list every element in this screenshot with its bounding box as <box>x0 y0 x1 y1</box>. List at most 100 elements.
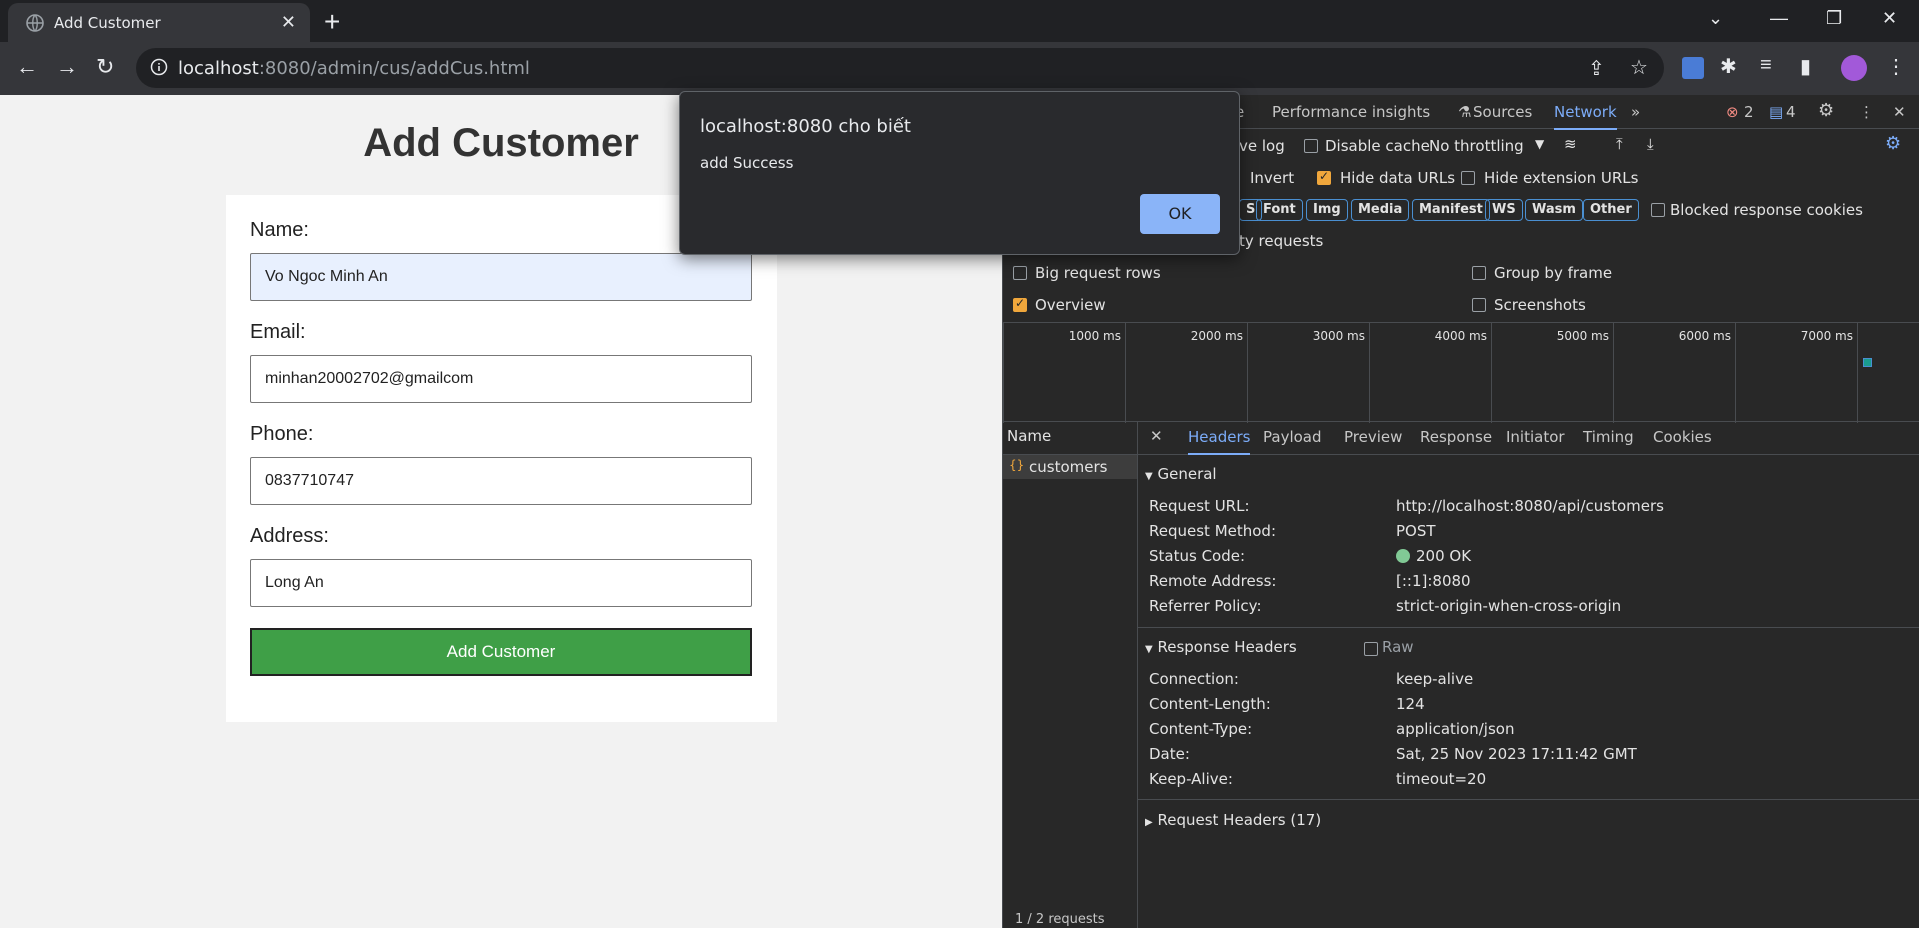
tab-sources[interactable]: Sources <box>1473 103 1532 121</box>
tab-search-icon[interactable]: ⌄ <box>1708 8 1723 29</box>
download-icon[interactable]: ⤓ <box>1647 135 1654 153</box>
reload-icon[interactable]: ↻ <box>96 54 114 80</box>
request-row[interactable]: {} customers <box>1003 455 1137 479</box>
filter-chip-media[interactable]: Media <box>1351 199 1410 221</box>
gear-icon[interactable]: ⚙ <box>1818 100 1834 121</box>
invert-label: Invert <box>1250 169 1295 187</box>
throttling-select[interactable]: No throttling <box>1429 137 1524 155</box>
tab-response[interactable]: Response <box>1420 428 1492 446</box>
request-list: Name {} customers 1 / 2 requests <box>1003 422 1138 928</box>
tab-timing[interactable]: Timing <box>1583 428 1634 446</box>
tab-strip: Add Customer ✕ + ⌄ — ❐ ✕ <box>0 0 1919 42</box>
preserve-log-label: ve log <box>1239 137 1285 155</box>
overview-checkbox[interactable] <box>1013 296 1027 312</box>
timeline-tick: 1000 ms <box>1003 323 1125 423</box>
raw-checkbox[interactable] <box>1364 642 1378 656</box>
globe-icon <box>26 14 44 32</box>
address-field[interactable]: Long An <box>250 559 752 607</box>
more-tabs-icon[interactable]: » <box>1631 103 1640 121</box>
blocked-cookies-label: Blocked response cookies <box>1670 201 1863 219</box>
disable-cache-label: Disable cache <box>1325 137 1430 155</box>
close-detail-icon[interactable]: ✕ <box>1150 427 1163 445</box>
request-count: 1 / 2 requests <box>1015 912 1105 927</box>
error-icon[interactable]: ⊗ <box>1726 103 1739 121</box>
info-icon[interactable] <box>150 58 168 76</box>
filter-chip-manifest[interactable]: Manifest <box>1412 199 1490 221</box>
minimize-icon[interactable]: — <box>1770 8 1788 29</box>
general-section-toggle[interactable]: ▼ General <box>1145 465 1217 483</box>
avatar[interactable] <box>1841 55 1867 81</box>
header-key: Date: <box>1149 745 1190 763</box>
name-field[interactable]: Vo Ngoc Minh An <box>250 253 752 301</box>
ok-button[interactable]: OK <box>1140 194 1220 234</box>
restore-icon[interactable]: ❐ <box>1826 8 1842 29</box>
share-icon[interactable]: ⇪ <box>1588 56 1605 81</box>
network-settings-icon[interactable]: ⚙ <box>1885 133 1901 154</box>
status-dot <box>1396 549 1410 563</box>
new-tab-icon[interactable]: + <box>324 6 340 38</box>
phone-label: Phone: <box>250 423 314 445</box>
email-label: Email: <box>250 321 306 343</box>
chevron-down-icon[interactable]: ▼ <box>1535 137 1544 151</box>
blocked-cookies-checkbox[interactable] <box>1651 203 1665 217</box>
phone-field[interactable]: 0837710747 <box>250 457 752 505</box>
name-column-header[interactable]: Name <box>1007 427 1051 445</box>
filter-chip-wasm[interactable]: Wasm <box>1525 199 1583 221</box>
browser-tab[interactable]: Add Customer ✕ <box>8 3 310 42</box>
screenshots-checkbox[interactable] <box>1472 298 1486 312</box>
tab-performance-insights[interactable]: Performance insights <box>1272 103 1430 121</box>
reading-list-icon[interactable]: ≡ <box>1760 54 1772 77</box>
add-customer-button[interactable]: Add Customer <box>250 628 752 676</box>
screenshots-label: Screenshots <box>1494 296 1586 314</box>
extensions-icon[interactable]: ✱ <box>1720 54 1737 79</box>
side-panel-icon[interactable]: ▮ <box>1800 54 1811 79</box>
close-devtools-icon[interactable]: ✕ <box>1893 103 1906 121</box>
tab-headers[interactable]: Headers <box>1188 428 1251 455</box>
disable-cache-checkbox[interactable] <box>1304 139 1318 153</box>
filter-chip-other[interactable]: Other <box>1583 199 1639 221</box>
hide-extension-urls-checkbox[interactable] <box>1461 171 1475 185</box>
raw-label: Raw <box>1382 638 1414 656</box>
filter-chip-font[interactable]: Font <box>1256 199 1303 221</box>
filter-chip-ws[interactable]: WS <box>1485 199 1523 221</box>
network-overview[interactable]: 1000 ms 2000 ms 3000 ms 4000 ms 5000 ms … <box>1003 322 1919 423</box>
tab-initiator[interactable]: Initiator <box>1506 428 1565 446</box>
network-conditions-icon[interactable]: ≋ <box>1564 135 1577 153</box>
timeline-tick <box>1857 323 1919 423</box>
timeline-tick: 7000 ms <box>1735 323 1857 423</box>
big-rows-checkbox[interactable] <box>1013 266 1027 280</box>
email-field[interactable]: minhan20002702@gmailcom <box>250 355 752 403</box>
big-rows-label: Big request rows <box>1035 264 1161 282</box>
timeline-tick: 3000 ms <box>1247 323 1369 423</box>
tab-preview[interactable]: Preview <box>1344 428 1402 446</box>
tab-network[interactable]: Network <box>1554 103 1617 130</box>
upload-icon[interactable]: ⤒ <box>1616 135 1623 153</box>
bookmark-star-icon[interactable]: ☆ <box>1630 55 1648 80</box>
hide-data-urls-checkbox[interactable] <box>1317 169 1331 185</box>
message-count: 4 <box>1786 103 1796 121</box>
timeline-tick: 6000 ms <box>1613 323 1735 423</box>
filter-chip-img[interactable]: Img <box>1306 199 1348 221</box>
devtools-menu-icon[interactable]: ⋮ <box>1859 103 1874 121</box>
group-by-frame-checkbox[interactable] <box>1472 266 1486 280</box>
close-window-icon[interactable]: ✕ <box>1882 8 1897 29</box>
close-tab-icon[interactable]: ✕ <box>281 12 296 33</box>
tab-payload[interactable]: Payload <box>1263 428 1322 446</box>
header-key: Keep-Alive: <box>1149 770 1233 788</box>
request-headers-toggle[interactable]: ▶ Request Headers (17) <box>1145 811 1321 829</box>
browser-toolbar: ← → ↻ localhost:8080/admin/cus/addCus.ht… <box>0 42 1919 95</box>
response-headers-toggle[interactable]: ▼ Response Headers <box>1145 638 1297 656</box>
message-icon[interactable]: ▤ <box>1769 103 1783 121</box>
menu-icon[interactable]: ⋮ <box>1886 54 1906 79</box>
forward-icon[interactable]: → <box>56 54 78 80</box>
error-count: 2 <box>1744 103 1754 121</box>
header-key: Content-Type: <box>1149 720 1253 738</box>
translate-icon[interactable] <box>1682 57 1704 79</box>
tab-cookies[interactable]: Cookies <box>1653 428 1712 446</box>
json-icon: {} <box>1009 458 1025 472</box>
address-bar[interactable]: localhost:8080/admin/cus/addCus.html ⇪ ☆ <box>136 48 1664 88</box>
header-value: 124 <box>1396 695 1425 713</box>
customer-form: Name: Vo Ngoc Minh An Email: minhan20002… <box>226 195 777 722</box>
back-icon[interactable]: ← <box>16 54 38 80</box>
hide-extension-urls-label: Hide extension URLs <box>1484 169 1639 187</box>
